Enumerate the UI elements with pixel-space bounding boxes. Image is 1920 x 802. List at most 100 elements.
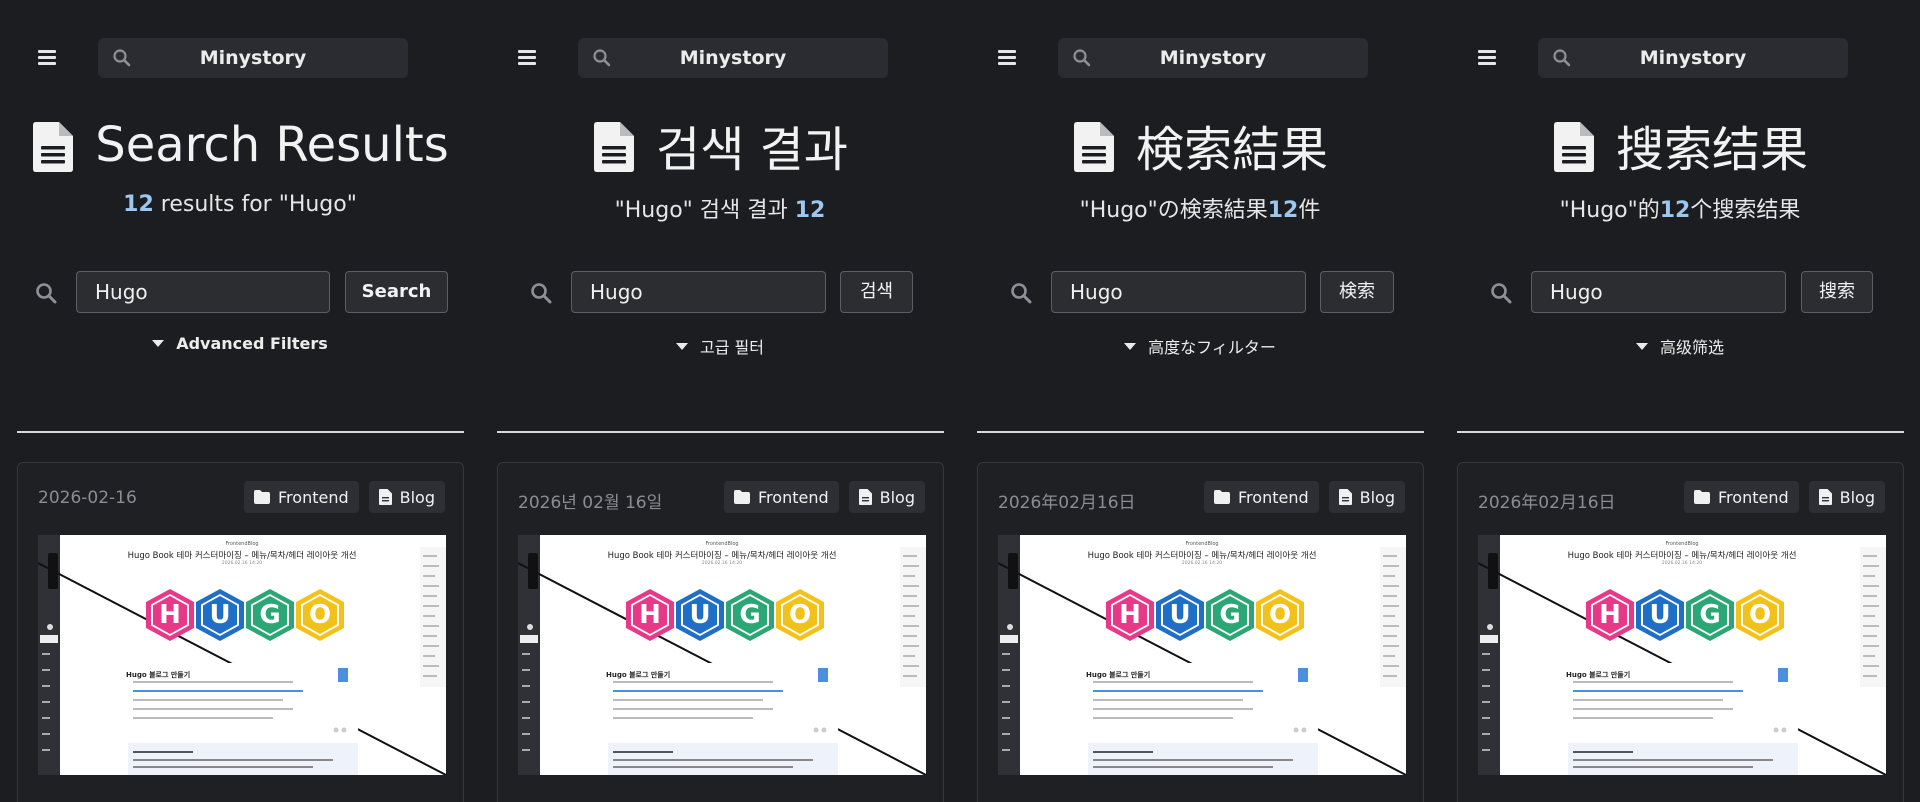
tag-label: Blog	[879, 487, 915, 507]
advanced-filters-toggle[interactable]: 고급 필터	[480, 334, 960, 358]
advanced-filters-toggle[interactable]: Advanced Filters	[0, 334, 480, 353]
hamburger-icon	[38, 50, 56, 53]
hugo-logo-letter: U	[203, 596, 237, 634]
tag-label: Frontend	[278, 487, 349, 507]
file-icon	[1818, 489, 1832, 505]
thumbnail-blog-name: FrontendBlog	[1185, 541, 1219, 547]
site-search-box[interactable]: Minystory	[578, 38, 888, 78]
page-title: 検索結果	[1135, 122, 1328, 178]
site-search-box[interactable]: Minystory	[1058, 38, 1368, 78]
search-button[interactable]: Search	[345, 271, 448, 313]
thumbnail-post-date: 2026.02.16 14:20	[221, 561, 263, 566]
search-button[interactable]: 検索	[1320, 271, 1394, 313]
tag-label: Blog	[1359, 487, 1395, 507]
hugo-logo: H U G O	[1586, 589, 1784, 641]
folder-icon	[1694, 490, 1711, 504]
thumbnail-post-title: Hugo Book 테마 커스터마이징 – 메뉴/목차/헤더 레이아웃 개선	[607, 551, 837, 561]
hamburger-icon-bar	[998, 62, 1016, 65]
hamburger-icon	[1478, 50, 1496, 53]
tag-frontend[interactable]: Frontend	[724, 481, 839, 513]
search-form: 검색	[480, 271, 960, 313]
result-thumbnail[interactable]: FrontendBlog Hugo Book 테마 커스터마이징 – 메뉴/목차…	[38, 535, 446, 775]
search-input[interactable]	[1531, 271, 1786, 313]
search-input[interactable]	[1051, 271, 1306, 313]
search-input[interactable]	[76, 271, 330, 313]
file-icon	[378, 489, 392, 505]
page-heading: 검색 결과	[480, 110, 960, 180]
file-icon	[1338, 489, 1352, 505]
advanced-filters-label: 고급 필터	[700, 338, 764, 357]
thumbnail-blog-name: FrontendBlog	[705, 541, 739, 547]
tag-frontend[interactable]: Frontend	[1684, 481, 1799, 513]
results-summary: "Hugo" 검색 결과 12	[480, 192, 960, 224]
result-card[interactable]: 2026-02-16 Frontend Blog FrontendBlog Hu…	[17, 462, 464, 802]
hugo-logo-hex: G	[246, 589, 294, 641]
tag-frontend[interactable]: Frontend	[244, 481, 359, 513]
search-panel: Minystory 搜索结果 "Hugo"的12个搜索结果 搜索	[1440, 0, 1920, 802]
menu-button[interactable]	[998, 50, 1016, 66]
menu-button[interactable]	[518, 50, 536, 66]
hugo-logo-letter: U	[1163, 596, 1197, 634]
advanced-filters-toggle[interactable]: 高级筛选	[1440, 334, 1920, 358]
site-brand-title: Minystory	[199, 47, 307, 69]
result-thumbnail[interactable]: FrontendBlog Hugo Book 테마 커스터마이징 – 메뉴/목차…	[518, 535, 926, 775]
result-thumbnail[interactable]: FrontendBlog Hugo Book 테마 커스터마이징 – 메뉴/목차…	[998, 535, 1406, 775]
top-bar: Minystory	[0, 38, 480, 78]
results-summary: "Hugo"的12个搜索结果	[1440, 192, 1920, 224]
hugo-logo-letter: O	[303, 596, 337, 634]
summary-text-after: results for "Hugo"	[153, 192, 357, 217]
tag-blog[interactable]: Blog	[368, 481, 445, 513]
summary-text-after: 个搜索结果	[1690, 198, 1801, 223]
thumbnail-series-title: Hugo 블로그 만들기	[606, 671, 671, 679]
search-icon	[36, 283, 57, 304]
caret-down-icon	[152, 340, 165, 347]
results-count: 12	[794, 198, 826, 223]
result-card[interactable]: 2026년 02월 16일 Frontend Blog FrontendBlog…	[497, 462, 944, 802]
caret-down-icon	[676, 342, 689, 350]
page-title: 검색 결과	[656, 122, 848, 178]
hugo-logo: H U G O	[1106, 589, 1304, 641]
result-tags: Frontend Blog	[244, 481, 445, 513]
hugo-logo-hex: G	[1686, 589, 1734, 641]
hugo-logo-letter: H	[153, 596, 187, 634]
site-search-box[interactable]: Minystory	[1538, 38, 1848, 78]
tag-blog[interactable]: Blog	[848, 481, 925, 513]
result-card[interactable]: 2026年02月16日 Frontend Blog FrontendBlog H…	[1457, 462, 1904, 802]
thumbnail-series-title: Hugo 블로그 만들기	[1086, 671, 1151, 679]
site-brand-title: Minystory	[1159, 47, 1267, 69]
hugo-logo-letter: U	[683, 596, 717, 634]
advanced-filters-toggle[interactable]: 高度なフィルター	[960, 334, 1440, 358]
results-count: 12	[1659, 198, 1691, 223]
tag-frontend[interactable]: Frontend	[1204, 481, 1319, 513]
search-button[interactable]: 검색	[840, 271, 913, 313]
advanced-filters-label: Advanced Filters	[176, 334, 328, 353]
folder-icon	[254, 490, 271, 504]
result-card[interactable]: 2026年02月16日 Frontend Blog FrontendBlog H…	[977, 462, 1424, 802]
hugo-logo-letter: O	[1263, 596, 1297, 634]
folder-icon	[734, 490, 751, 504]
page-heading: 検索結果	[960, 110, 1440, 180]
result-tags: Frontend Blog	[724, 481, 925, 513]
top-bar: Minystory	[960, 38, 1440, 78]
menu-button[interactable]	[1478, 50, 1496, 66]
hugo-logo-letter: G	[1213, 596, 1247, 634]
tag-blog[interactable]: Blog	[1808, 481, 1885, 513]
thumbnail-post-title: Hugo Book 테마 커스터마이징 – 메뉴/목차/헤더 레이아웃 개선	[1087, 551, 1317, 561]
menu-button[interactable]	[38, 50, 56, 66]
divider	[497, 431, 944, 433]
thumbnail-scene	[1478, 535, 1886, 775]
site-brand-title: Minystory	[1639, 47, 1747, 69]
thumbnail-post-title: Hugo Book 테마 커스터마이징 – 메뉴/목차/헤더 레이아웃 개선	[1567, 551, 1797, 561]
hugo-logo-hex: H	[146, 589, 194, 641]
search-input[interactable]	[571, 271, 826, 313]
thumbnail-blog-name: FrontendBlog	[1665, 541, 1699, 547]
thumbnail-scene	[518, 535, 926, 775]
result-thumbnail[interactable]: FrontendBlog Hugo Book 테마 커스터마이징 – 메뉴/목차…	[1478, 535, 1886, 775]
hugo-logo-hex: H	[626, 589, 674, 641]
tag-blog[interactable]: Blog	[1328, 481, 1405, 513]
thumbnail-post-date: 2026.02.16 14:20	[1181, 561, 1223, 566]
hugo-logo-hex: U	[196, 589, 244, 641]
site-search-box[interactable]: Minystory	[98, 38, 408, 78]
summary-text-before: "Hugo"的	[1559, 198, 1660, 223]
search-button[interactable]: 搜索	[1801, 271, 1873, 313]
